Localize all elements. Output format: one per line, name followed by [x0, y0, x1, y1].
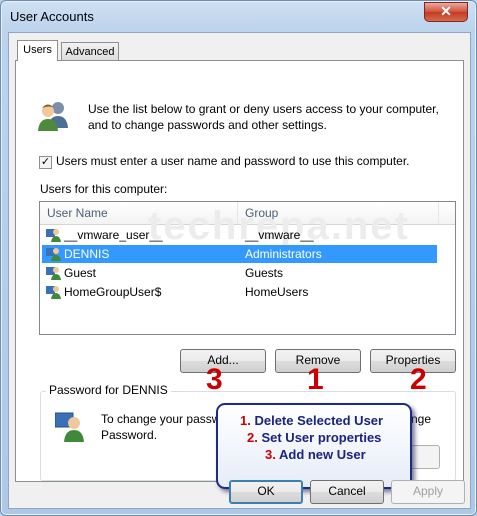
user-icon: [46, 229, 61, 242]
callout-item-properties: 2. Set User properties: [247, 430, 381, 445]
users-list[interactable]: User Name Group techrepa.net __vmware_us…: [39, 201, 456, 335]
title-bar[interactable]: User Accounts ✕: [1, 1, 476, 31]
column-separator[interactable]: [438, 202, 439, 224]
password-instructions-tail: nge: [411, 412, 432, 426]
user-name: DENNIS: [64, 247, 110, 261]
tab-users[interactable]: Users: [17, 40, 58, 61]
list-item[interactable]: __vmware_user__ __vmware__: [42, 226, 437, 244]
callout-item-text: Set User properties: [261, 430, 382, 445]
user-icon: [46, 267, 61, 280]
close-button[interactable]: ✕: [424, 2, 468, 22]
password-instructions: To change your password, press Ctrl+Alt+…: [101, 411, 226, 443]
user-group: __vmware__: [245, 228, 314, 242]
user-icon: [46, 286, 61, 299]
intro-text: Use the list below to grant or deny user…: [88, 102, 439, 132]
user-group: HomeUsers: [245, 285, 309, 299]
tab-users-label: Users: [23, 44, 52, 56]
users-icon: [38, 102, 68, 131]
callout-item-add: 3. Add new User: [265, 447, 366, 462]
user-password-icon: [55, 412, 84, 442]
window-title: User Accounts: [10, 9, 94, 24]
list-item[interactable]: Guest Guests: [42, 264, 437, 282]
user-group: Administrators: [245, 247, 322, 261]
password-instructions-line1: To change your password, press Ctrl+Alt+…: [101, 412, 226, 426]
dialog-client-area: Users Advanced Use the list below to gra…: [8, 32, 471, 509]
add-user-button[interactable]: Add...: [180, 349, 266, 373]
cancel-button[interactable]: Cancel: [310, 480, 384, 504]
users-list-label: Users for this computer:: [40, 182, 168, 196]
user-name: Guest: [64, 266, 97, 280]
password-group-title: Password for DENNIS: [46, 383, 171, 397]
password-instructions-line2: Password.: [101, 428, 158, 442]
user-accounts-window: User Accounts ✕ Users Advanced Use the l…: [0, 0, 477, 516]
ok-button[interactable]: OK: [229, 480, 303, 504]
require-login-checkbox[interactable]: ✓: [39, 156, 52, 169]
users-tab-panel: Use the list below to grant or deny user…: [15, 60, 464, 489]
list-item-selected[interactable]: DENNIS Administrators: [42, 245, 437, 263]
column-header-user-name[interactable]: User Name: [47, 206, 108, 220]
tab-advanced-label: Advanced: [65, 46, 115, 58]
callout-item-delete: 1. Delete Selected User: [240, 413, 383, 428]
callout-item-number: 1.: [240, 413, 251, 428]
annotation-callout: 1. Delete Selected User 2. Set User prop…: [216, 403, 412, 489]
user-name: __vmware_user__: [64, 228, 163, 242]
reset-password-button[interactable]: [411, 445, 440, 469]
tab-advanced[interactable]: Advanced: [61, 42, 119, 61]
close-icon: ✕: [440, 3, 452, 19]
callout-item-number: 3.: [265, 447, 276, 462]
list-item[interactable]: HomeGroupUser$ HomeUsers: [42, 283, 437, 301]
checkmark-icon: ✓: [40, 156, 51, 168]
user-group: Guests: [245, 266, 284, 280]
callout-item-number: 2.: [247, 430, 258, 445]
apply-button[interactable]: Apply: [391, 480, 465, 504]
callout-item-text: Add new User: [278, 447, 366, 462]
user-name: HomeGroupUser$: [64, 285, 162, 299]
require-login-label: Users must enter a user name and passwor…: [56, 154, 410, 168]
callout-item-text: Delete Selected User: [254, 413, 384, 428]
user-icon: [46, 248, 61, 261]
